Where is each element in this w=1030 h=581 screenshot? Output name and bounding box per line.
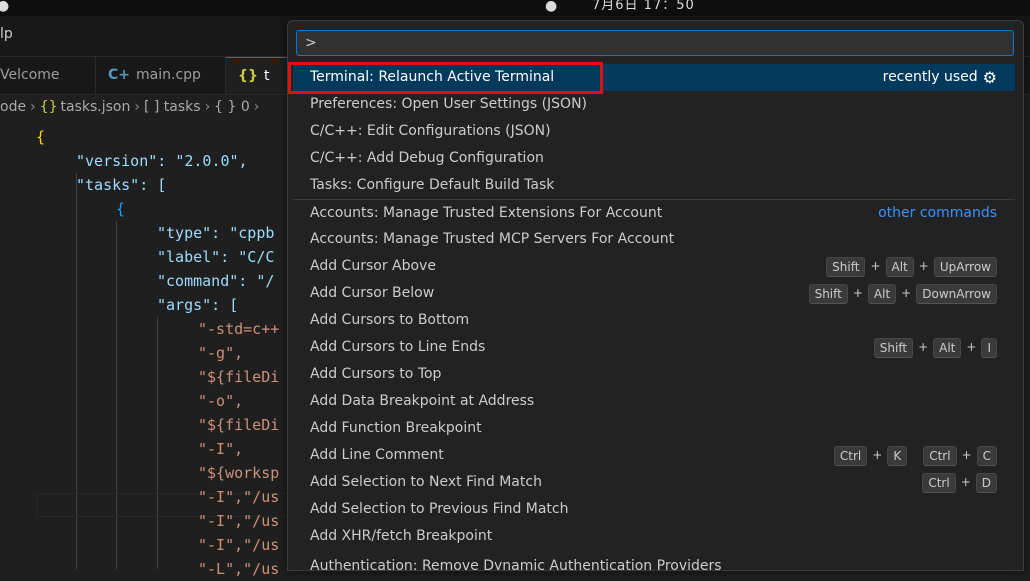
breadcrumb-item-0[interactable]: { } 0 (214, 99, 250, 115)
command-label: C/C++: Edit Configurations (JSON) (310, 123, 551, 139)
command-label: Add Cursors to Top (310, 366, 442, 382)
key-plus: + (960, 475, 971, 489)
breadcrumb: ode ›{} tasks.json ›[ ] tasks ›{ } 0 › (0, 99, 263, 121)
list-item[interactable]: Add Function Breakpoint (293, 415, 1015, 442)
breadcrumb-file[interactable]: tasks.json (61, 99, 131, 115)
tab-welcome[interactable]: Velcome (0, 57, 96, 94)
tab-main-cpp[interactable]: C+ main.cpp (96, 57, 226, 94)
chevron-right-icon: › (30, 99, 36, 115)
command-label: Tasks: Configure Default Build Task (310, 177, 555, 193)
other-commands-label: other commands (878, 205, 997, 221)
key-cap: Shift (808, 283, 848, 304)
tab-tasks-json[interactable]: {} t (226, 57, 288, 94)
key-cap: Alt (867, 283, 897, 304)
key-plus: + (901, 286, 912, 300)
list-item[interactable]: Authentication: Remove Dynamic Authentic… (293, 559, 1015, 570)
list-item[interactable]: Add Cursors to Top (293, 361, 1015, 388)
key-cap: C (976, 445, 997, 466)
recently-used-label: recently used (882, 69, 978, 85)
keybinding: Shift + Alt + UpArrow (826, 253, 997, 280)
key-plus: + (961, 448, 972, 462)
breadcrumb-folder[interactable]: ode (0, 99, 26, 115)
gear-icon[interactable]: ⚙ (983, 64, 997, 91)
list-item[interactable]: Add Data Breakpoint at Address (293, 388, 1015, 415)
key-cap: Ctrl (923, 445, 957, 466)
key-plus: + (966, 340, 977, 354)
command-label: Add Cursor Above (310, 258, 436, 274)
key-cap: Ctrl (922, 472, 956, 493)
list-item[interactable]: Add Cursor Below Shift + Alt + DownArrow (293, 280, 1015, 307)
keybinding: Shift + Alt + I (873, 334, 997, 361)
command-palette-input[interactable] (296, 30, 1014, 56)
list-item[interactable]: C/C++: Edit Configurations (JSON) (293, 118, 1015, 145)
keybinding: Ctrl + K Ctrl + C (833, 442, 997, 469)
menu-help[interactable]: lp (0, 26, 13, 42)
tab-label: main.cpp (136, 67, 201, 83)
list-overflow: Authentication: Remove Dynamic Authentic… (288, 559, 1023, 570)
list-item[interactable]: Add Selection to Previous Find Match (293, 496, 1015, 523)
keybinding: Shift + Alt + DownArrow (808, 280, 997, 307)
item-meta: recently used ⚙ (883, 64, 997, 91)
list-item[interactable]: Add Line Comment Ctrl + K Ctrl + C (293, 442, 1015, 469)
command-label: Accounts: Manage Trusted MCP Servers For… (310, 231, 675, 247)
command-label: Add Selection to Next Find Match (310, 474, 542, 490)
notification-dot-icon: ● (545, 0, 558, 14)
item-meta: other commands (878, 200, 997, 227)
key-cap: Alt (885, 256, 914, 277)
chevron-right-icon: › (204, 99, 211, 115)
system-top-bar: ● ● 7月6日 17：50 (0, 0, 1030, 16)
status-dot-icon: ● (0, 0, 10, 14)
breadcrumb-tasks[interactable]: [ ] tasks (144, 99, 201, 115)
key-plus: + (852, 286, 863, 300)
list-item[interactable]: Preferences: Open User Settings (JSON) (293, 91, 1015, 118)
key-cap: Alt (933, 337, 962, 358)
chevron-right-icon: › (253, 99, 260, 115)
key-plus: + (918, 259, 929, 273)
command-label: C/C++: Add Debug Configuration (310, 150, 544, 166)
command-label: Add Cursors to Bottom (310, 312, 470, 328)
list-item[interactable]: Add Selection to Next Find Match Ctrl + D (293, 469, 1015, 496)
key-cap: I (981, 337, 997, 358)
key-cap: Ctrl (833, 445, 868, 466)
command-label: Accounts: Manage Trusted Extensions For … (310, 205, 663, 221)
key-plus: + (870, 259, 881, 273)
key-plus: + (918, 340, 929, 354)
list-item[interactable]: Accounts: Manage Trusted Extensions For … (293, 199, 1015, 226)
key-cap: Shift (873, 337, 914, 358)
list-item[interactable]: C/C++: Add Debug Configuration (293, 145, 1015, 172)
tab-label: t (263, 68, 270, 84)
cpp-file-icon: C+ (108, 67, 131, 83)
command-label: Add Data Breakpoint at Address (310, 393, 535, 409)
key-cap: Shift (826, 256, 866, 277)
key-cap: DownArrow (916, 283, 997, 304)
clock[interactable]: 7月6日 17：50 (592, 0, 695, 13)
json-file-icon: {} (39, 99, 58, 115)
command-label: Authentication: Remove Dynamic Authentic… (310, 559, 722, 570)
list-item[interactable]: Add Cursor Above Shift + Alt + UpArrow (293, 253, 1015, 280)
key-cap: UpArrow (933, 256, 997, 277)
command-label: Add Selection to Previous Find Match (310, 501, 569, 517)
command-label: Add XHR/fetch Breakpoint (310, 528, 493, 544)
list-item[interactable]: Accounts: Manage Trusted MCP Servers For… (293, 226, 1015, 253)
key-cap: K (887, 445, 908, 466)
command-label: Add Function Breakpoint (310, 420, 482, 436)
chevron-right-icon: › (134, 99, 140, 115)
annotation-highlight-box (288, 62, 603, 94)
json-file-icon: {} (238, 68, 258, 84)
command-palette: Terminal: Relaunch Active Terminal recen… (287, 20, 1024, 571)
tab-label: Velcome (0, 67, 60, 83)
command-label: Add Cursor Below (310, 285, 435, 301)
key-cap: D (975, 472, 997, 493)
command-label: Add Line Comment (310, 447, 444, 463)
list-item[interactable]: Add Cursors to Line Ends Shift + Alt + I (293, 334, 1015, 361)
list-item[interactable]: Add XHR/fetch Breakpoint (293, 523, 1015, 550)
key-plus: + (872, 448, 883, 462)
keybinding: Ctrl + D (922, 469, 997, 496)
command-label: Add Cursors to Line Ends (310, 339, 486, 355)
list-item[interactable]: Add Cursors to Bottom (293, 307, 1015, 334)
list-item[interactable]: Tasks: Configure Default Build Task (293, 172, 1015, 199)
command-label: Preferences: Open User Settings (JSON) (310, 96, 588, 112)
indent-guide (157, 317, 158, 569)
